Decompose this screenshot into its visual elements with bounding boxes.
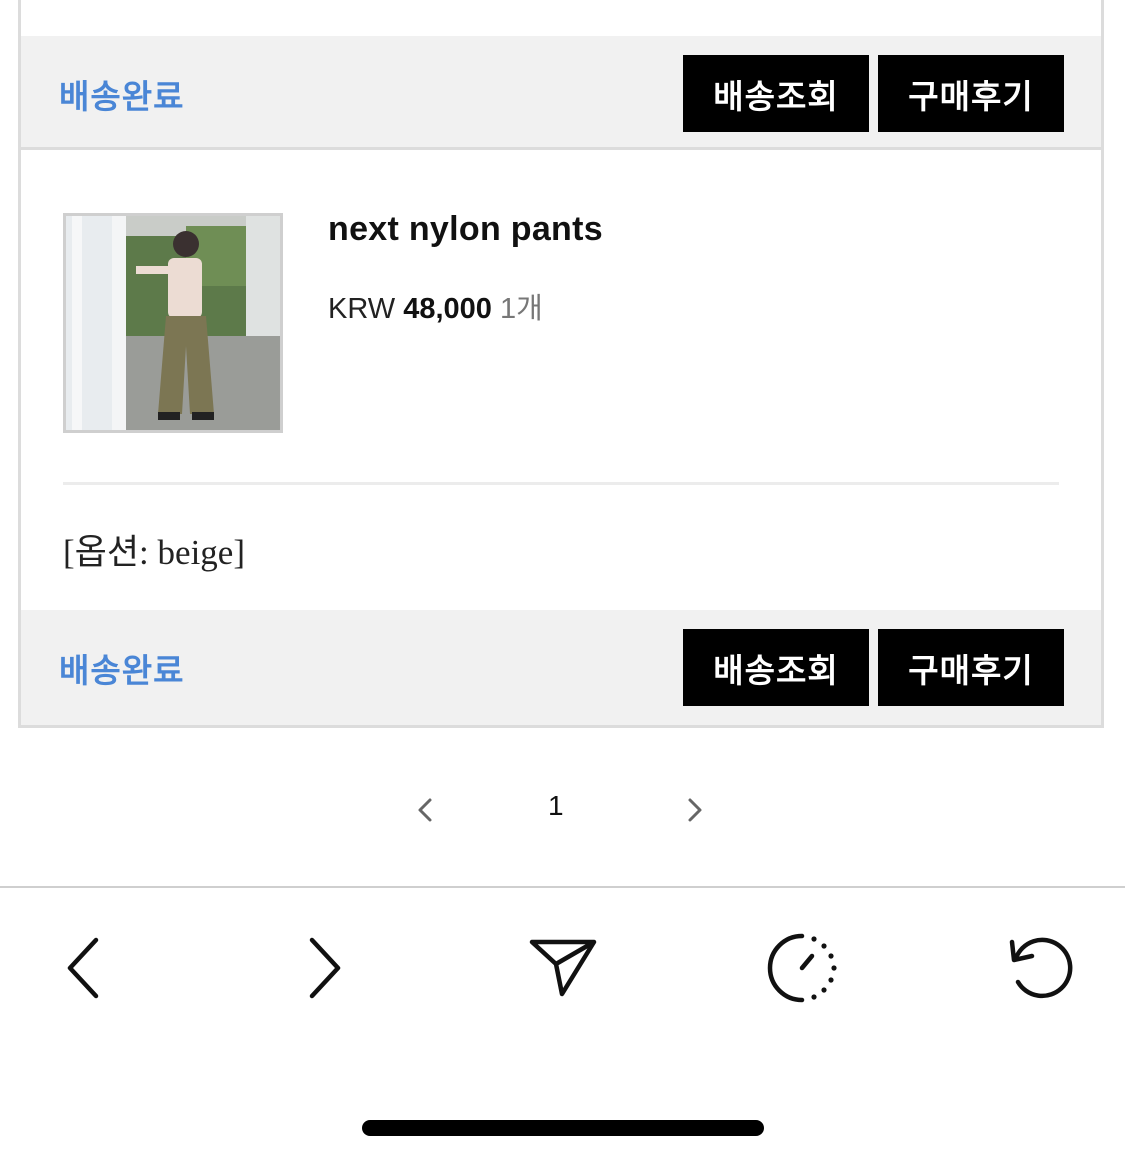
browser-toolbar [0,886,1125,1158]
item-option: [옵션: beige] [63,533,245,572]
delivery-status: 배송완료 [59,651,185,690]
home-indicator[interactable] [362,1120,764,1136]
next-page-icon[interactable] [680,792,710,828]
history-icon[interactable] [762,928,842,1008]
delivery-status: 배송완료 [59,77,185,116]
order-status-bar-bottom: 배송완료 배송조회 구매후기 [21,610,1101,725]
back-icon[interactable] [44,928,124,1008]
pagination: 1 [0,780,1125,840]
track-delivery-button[interactable]: 배송조회 [683,629,869,706]
track-delivery-button[interactable]: 배송조회 [683,55,869,132]
divider [63,482,1059,485]
currency: KRW [328,293,396,325]
product-name[interactable]: next nylon pants [328,210,603,249]
prev-page-icon[interactable] [410,792,440,828]
product-thumbnail[interactable] [63,213,283,433]
price-line: KRW 48,000 1개 [328,285,543,327]
reload-icon[interactable] [1000,928,1080,1008]
current-page[interactable]: 1 [548,790,564,822]
write-review-button[interactable]: 구매후기 [878,629,1064,706]
price: 48,000 [403,293,492,325]
product-photo-icon [66,216,280,430]
order-card: 배송완료 배송조회 구매후기 next nylon pants KRW 48,0… [18,0,1104,728]
order-item: next nylon pants KRW 48,000 1개 [옵션: beig… [21,150,1101,610]
forward-icon[interactable] [284,928,364,1008]
write-review-button[interactable]: 구매후기 [878,55,1064,132]
share-icon[interactable] [522,928,602,1008]
order-status-bar-top: 배송완료 배송조회 구매후기 [21,36,1101,150]
quantity: 1개 [499,293,543,325]
